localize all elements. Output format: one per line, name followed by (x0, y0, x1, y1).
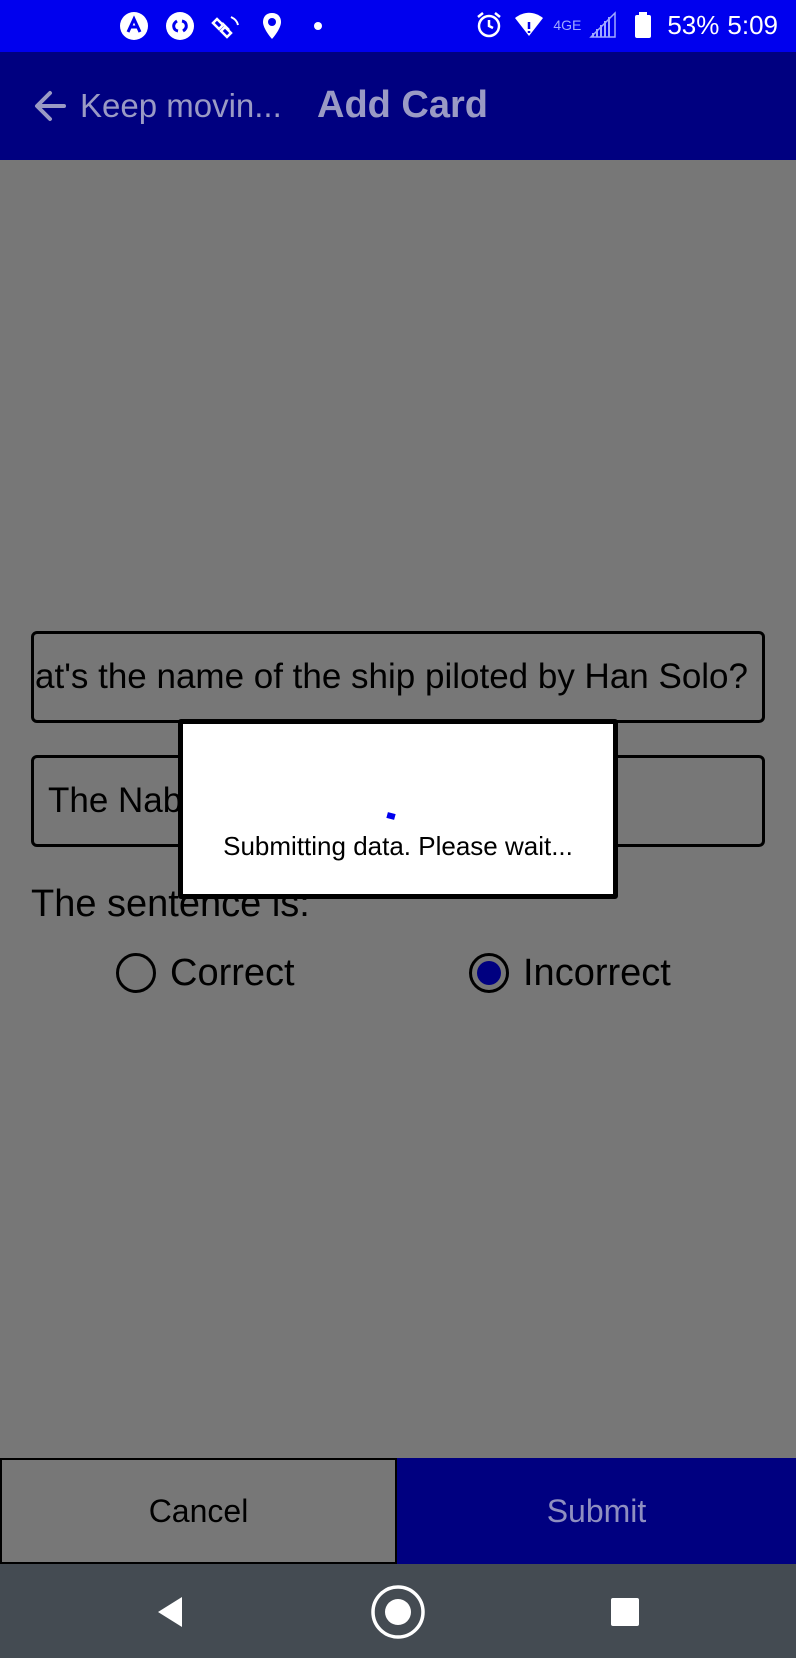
satellite-icon (210, 10, 242, 42)
battery-percent: 53% (667, 9, 720, 40)
shazam-icon (164, 10, 196, 42)
home-icon (371, 1585, 425, 1639)
page-title: Add Card (317, 84, 488, 126)
status-bar: 4GE 53% 5:09 (0, 0, 796, 52)
status-left-icons (118, 8, 334, 44)
radio-incorrect-label[interactable]: Incorrect (523, 950, 671, 996)
wifi-icon (513, 9, 545, 41)
recents-icon (611, 1598, 639, 1626)
nav-back-button[interactable] (142, 1584, 198, 1640)
location-pin-icon (256, 10, 288, 42)
radio-correct[interactable]: Correct (116, 950, 295, 996)
question-input[interactable]: What's the name of the ship piloted by H… (31, 631, 765, 723)
system-nav-bar (0, 1564, 796, 1658)
loading-spinner-icon (386, 812, 396, 820)
radio-correct-label[interactable]: Correct (170, 950, 295, 996)
back-button[interactable] (30, 86, 70, 126)
back-label[interactable]: Keep movin... (80, 86, 282, 126)
radio-correct-circle[interactable] (116, 953, 156, 993)
autodesk-icon (118, 10, 150, 42)
nav-recents-button[interactable] (597, 1584, 653, 1640)
notification-dot-icon (302, 10, 334, 42)
nav-home-button[interactable] (370, 1584, 426, 1640)
radio-incorrect[interactable]: Incorrect (469, 950, 671, 996)
alarm-icon (473, 9, 505, 41)
answer-input-value: The Nab (48, 781, 183, 820)
app-bar: Keep movin... Add Card (0, 52, 796, 160)
question-input-value: What's the name of the ship piloted by H… (31, 657, 748, 696)
arrow-left-icon (35, 91, 66, 121)
battery-icon (627, 9, 659, 41)
submit-button[interactable]: Submit (397, 1458, 796, 1564)
network-label: 4GE (553, 17, 582, 33)
cancel-button[interactable]: Cancel (0, 1458, 397, 1564)
dialog-message: Submitting data. Please wait... (223, 831, 573, 861)
clock: 5:09 (727, 9, 778, 40)
radio-incorrect-circle[interactable] (469, 953, 509, 993)
radio-selected-dot (477, 961, 501, 985)
back-icon (158, 1597, 182, 1627)
progress-dialog: Submitting data. Please wait... (178, 719, 618, 899)
status-right-icons: 4GE 53% 5:09 (473, 6, 778, 44)
signal-icon (587, 9, 619, 41)
